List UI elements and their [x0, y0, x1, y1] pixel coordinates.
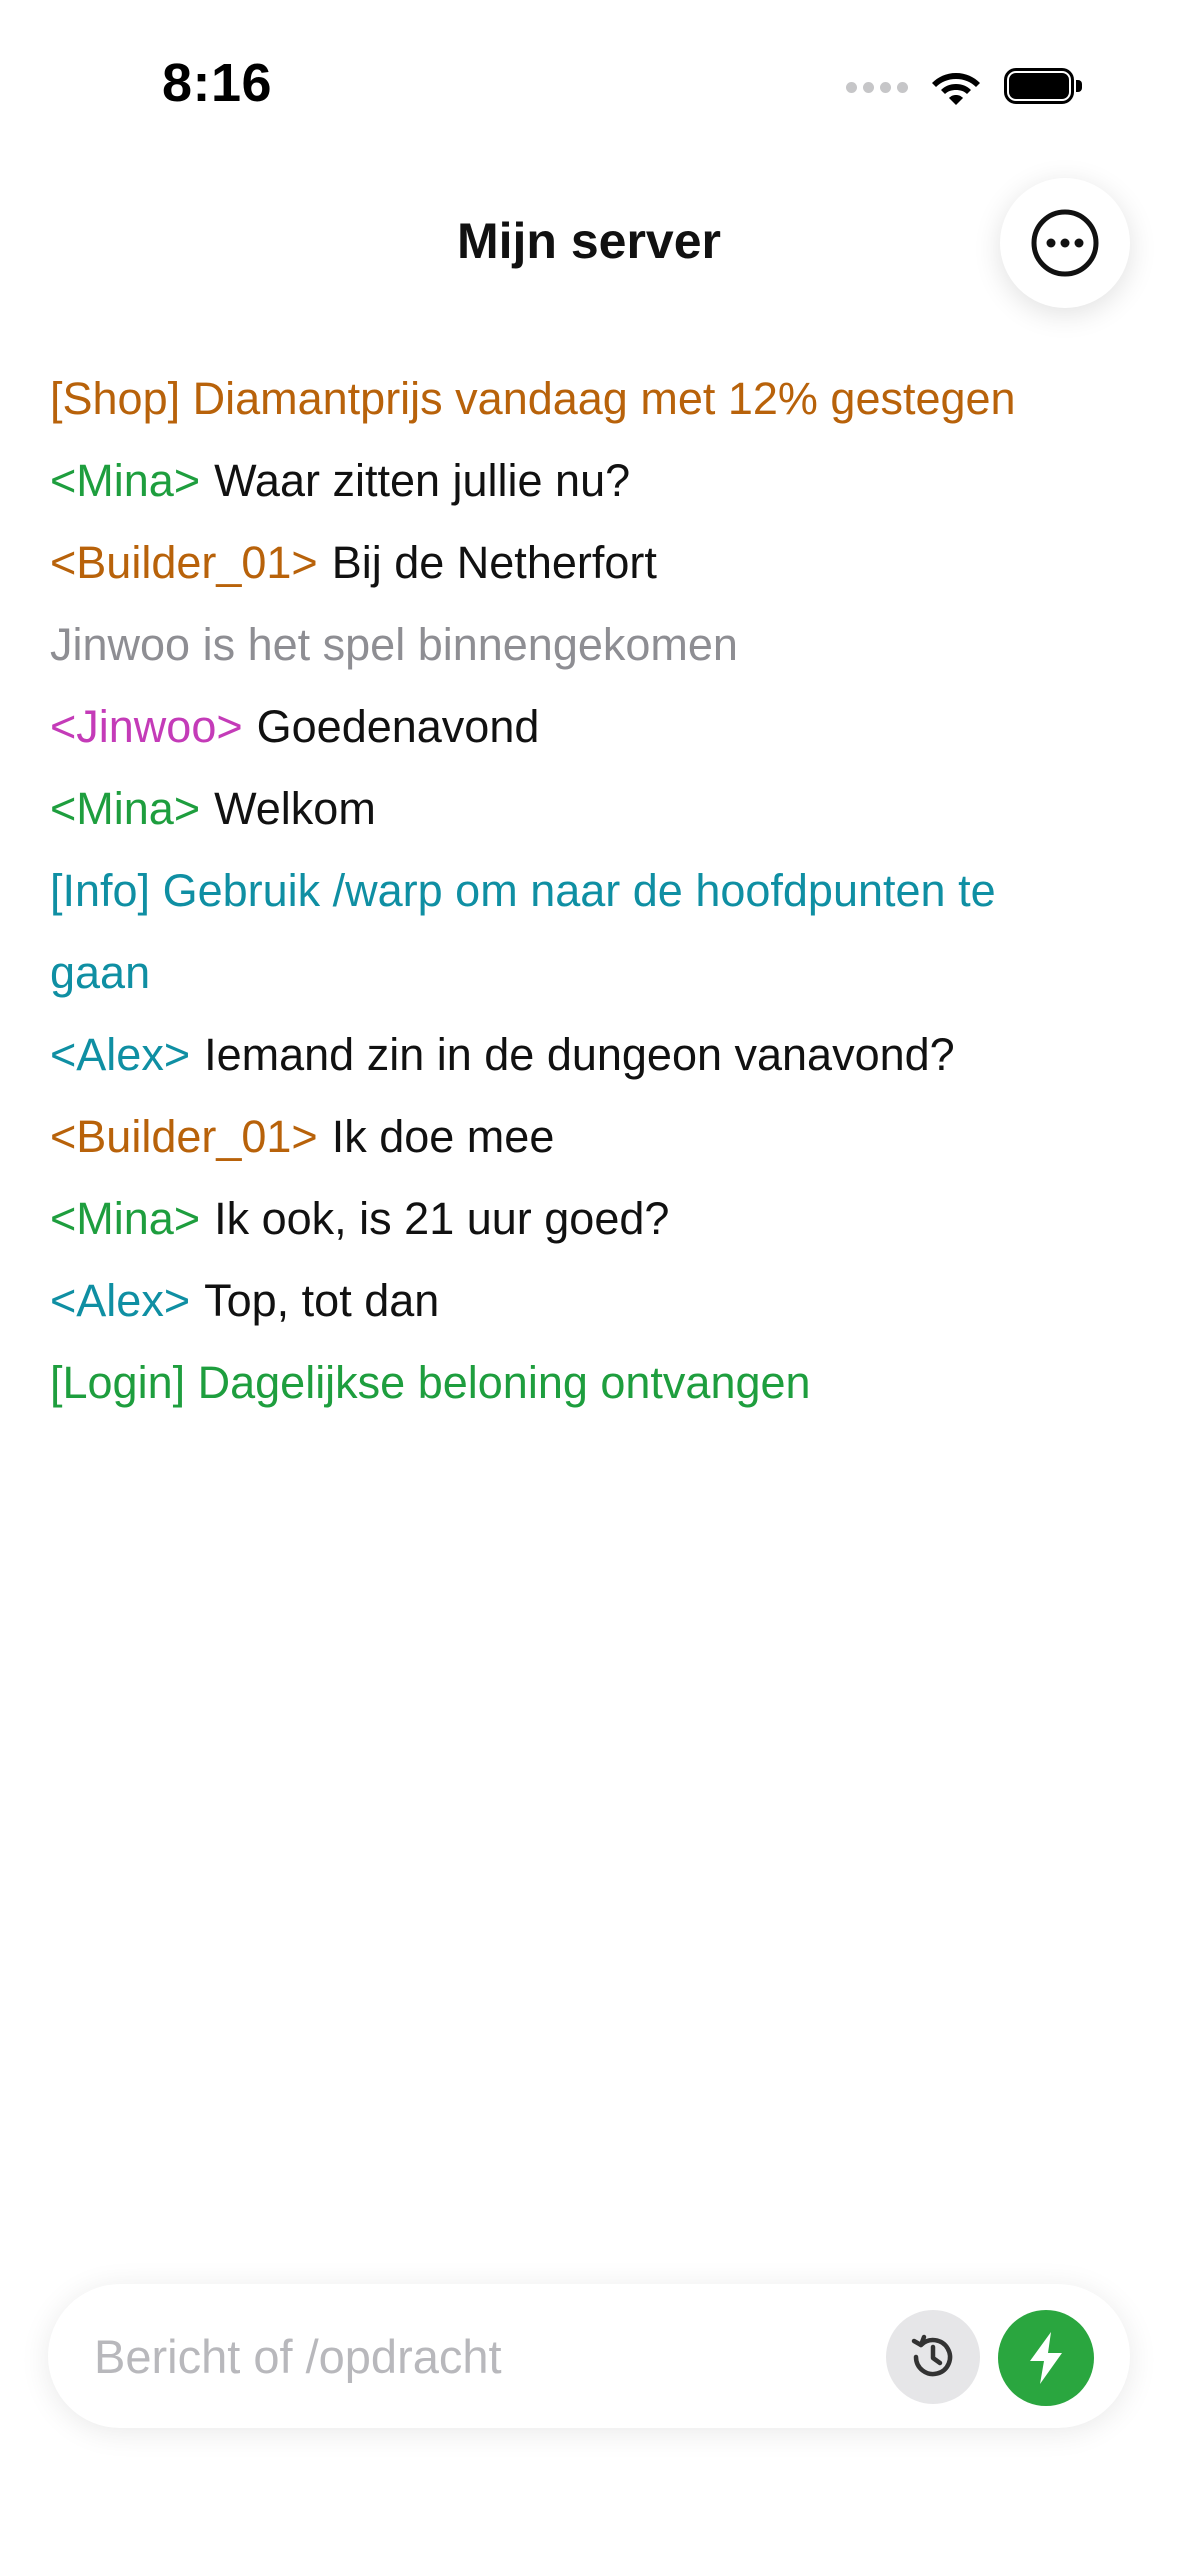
chat-message-text: Jinwoo is het spel binnengekomen [50, 619, 738, 670]
message-input[interactable] [94, 2284, 874, 2428]
chat-sender: <Builder_01> [50, 537, 318, 588]
chat-message-text: [Shop] Diamantprijs vandaag met 12% gest… [50, 373, 1016, 424]
chat-line: Jinwoo is het spel binnengekomen [50, 604, 1110, 686]
chat-line: [Login] Dagelijkse beloning ontvangen [50, 1342, 1110, 1424]
chat-line: <Mina> Ik ook, is 21 uur goed? [50, 1178, 1110, 1260]
chat-line: <Alex> Iemand zin in de dungeon vanavond? [50, 1014, 1110, 1096]
chat-line: <Builder_01> Bij de Netherfort [50, 522, 1110, 604]
lightning-bolt-icon [1030, 2332, 1062, 2384]
more-options-button[interactable] [1000, 178, 1130, 308]
chat-sender: <Alex> [50, 1029, 191, 1080]
history-clock-icon [911, 2334, 953, 2377]
chat-line: <Jinwoo> Goedenavond [50, 686, 1110, 768]
chat-log: [Shop] Diamantprijs vandaag met 12% gest… [50, 358, 1110, 1424]
chat-sender: <Mina> [50, 1193, 201, 1244]
chat-message-text: Iemand zin in de dungeon vanavond? [204, 1029, 955, 1080]
chat-sender: <Jinwoo> [50, 701, 243, 752]
chat-message-text: Welkom [214, 783, 376, 834]
status-bar: 8:16 [0, 0, 1178, 170]
chat-line: <Mina> Welkom [50, 768, 1110, 850]
chat-message-text: Ik ook, is 21 uur goed? [214, 1193, 670, 1244]
chat-sender: <Builder_01> [50, 1111, 318, 1162]
chat-message-text: Waar zitten jullie nu? [214, 455, 631, 506]
send-button[interactable] [998, 2310, 1094, 2406]
chat-line: [Shop] Diamantprijs vandaag met 12% gest… [50, 358, 1110, 440]
chat-message-text: Top, tot dan [204, 1275, 440, 1326]
chat-message-text: [Info] Gebruik /warp om naar de hoofdpun… [50, 865, 996, 998]
chat-line: <Builder_01> Ik doe mee [50, 1096, 1110, 1178]
message-composer [48, 2284, 1130, 2428]
ellipsis-circle-icon [1031, 209, 1099, 277]
chat-message-text: Ik doe mee [331, 1111, 555, 1162]
history-button[interactable] [886, 2310, 980, 2404]
status-icons [846, 62, 1082, 112]
chat-sender: <Mina> [50, 455, 201, 506]
chat-line: [Info] Gebruik /warp om naar de hoofdpun… [50, 850, 1050, 1014]
chat-sender: <Mina> [50, 783, 201, 834]
chat-line: <Alex> Top, tot dan [50, 1260, 1110, 1342]
cellular-signal-icon [846, 81, 908, 93]
chat-line: <Mina> Waar zitten jullie nu? [50, 440, 1110, 522]
chat-sender: <Alex> [50, 1275, 191, 1326]
chat-message-text: [Login] Dagelijkse beloning ontvangen [50, 1357, 811, 1408]
wifi-icon [932, 73, 980, 105]
chat-message-text: Bij de Netherfort [331, 537, 657, 588]
chat-message-text: Goedenavond [256, 701, 540, 752]
battery-icon [1004, 68, 1082, 106]
status-time: 8:16 [162, 53, 273, 113]
